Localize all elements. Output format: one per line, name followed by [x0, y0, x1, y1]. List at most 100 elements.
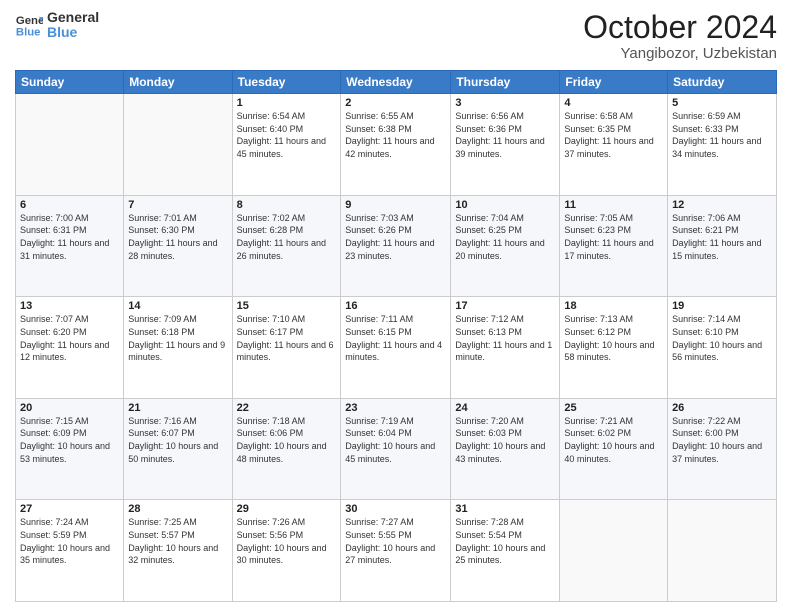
day-detail: Sunrise: 6:54 AMSunset: 6:40 PMDaylight:…	[237, 110, 337, 160]
day-cell: 3Sunrise: 6:56 AMSunset: 6:36 PMDaylight…	[451, 94, 560, 196]
day-cell: 6Sunrise: 7:00 AMSunset: 6:31 PMDaylight…	[16, 195, 124, 297]
day-cell	[560, 500, 668, 602]
day-number: 20	[20, 402, 119, 414]
day-number: 3	[455, 97, 555, 109]
day-cell: 21Sunrise: 7:16 AMSunset: 6:07 PMDayligh…	[124, 398, 232, 500]
day-detail: Sunrise: 7:16 AMSunset: 6:07 PMDaylight:…	[128, 415, 227, 465]
day-cell: 24Sunrise: 7:20 AMSunset: 6:03 PMDayligh…	[451, 398, 560, 500]
weekday-monday: Monday	[124, 71, 232, 94]
day-detail: Sunrise: 6:56 AMSunset: 6:36 PMDaylight:…	[455, 110, 555, 160]
day-number: 18	[564, 300, 663, 312]
month-title: October 2024	[583, 10, 777, 45]
weekday-thursday: Thursday	[451, 71, 560, 94]
day-number: 28	[128, 503, 227, 515]
day-cell: 17Sunrise: 7:12 AMSunset: 6:13 PMDayligh…	[451, 297, 560, 399]
week-row-3: 20Sunrise: 7:15 AMSunset: 6:09 PMDayligh…	[16, 398, 777, 500]
day-detail: Sunrise: 7:28 AMSunset: 5:54 PMDaylight:…	[455, 516, 555, 566]
day-cell: 13Sunrise: 7:07 AMSunset: 6:20 PMDayligh…	[16, 297, 124, 399]
day-detail: Sunrise: 7:13 AMSunset: 6:12 PMDaylight:…	[564, 313, 663, 363]
week-row-2: 13Sunrise: 7:07 AMSunset: 6:20 PMDayligh…	[16, 297, 777, 399]
day-number: 25	[564, 402, 663, 414]
day-cell: 18Sunrise: 7:13 AMSunset: 6:12 PMDayligh…	[560, 297, 668, 399]
day-detail: Sunrise: 7:25 AMSunset: 5:57 PMDaylight:…	[128, 516, 227, 566]
day-cell: 22Sunrise: 7:18 AMSunset: 6:06 PMDayligh…	[232, 398, 341, 500]
day-number: 13	[20, 300, 119, 312]
day-detail: Sunrise: 7:05 AMSunset: 6:23 PMDaylight:…	[564, 212, 663, 262]
day-number: 23	[345, 402, 446, 414]
day-detail: Sunrise: 7:20 AMSunset: 6:03 PMDaylight:…	[455, 415, 555, 465]
day-detail: Sunrise: 7:27 AMSunset: 5:55 PMDaylight:…	[345, 516, 446, 566]
day-cell: 15Sunrise: 7:10 AMSunset: 6:17 PMDayligh…	[232, 297, 341, 399]
day-detail: Sunrise: 7:00 AMSunset: 6:31 PMDaylight:…	[20, 212, 119, 262]
day-cell: 5Sunrise: 6:59 AMSunset: 6:33 PMDaylight…	[668, 94, 777, 196]
day-detail: Sunrise: 7:22 AMSunset: 6:00 PMDaylight:…	[672, 415, 772, 465]
day-detail: Sunrise: 7:19 AMSunset: 6:04 PMDaylight:…	[345, 415, 446, 465]
day-number: 29	[237, 503, 337, 515]
day-detail: Sunrise: 7:24 AMSunset: 5:59 PMDaylight:…	[20, 516, 119, 566]
day-number: 4	[564, 97, 663, 109]
day-number: 22	[237, 402, 337, 414]
day-cell: 28Sunrise: 7:25 AMSunset: 5:57 PMDayligh…	[124, 500, 232, 602]
day-number: 31	[455, 503, 555, 515]
day-number: 12	[672, 199, 772, 211]
logo-general: General	[47, 10, 99, 25]
day-detail: Sunrise: 7:10 AMSunset: 6:17 PMDaylight:…	[237, 313, 337, 363]
day-cell: 26Sunrise: 7:22 AMSunset: 6:00 PMDayligh…	[668, 398, 777, 500]
day-number: 24	[455, 402, 555, 414]
day-number: 11	[564, 199, 663, 211]
svg-text:General: General	[16, 16, 43, 28]
day-detail: Sunrise: 7:11 AMSunset: 6:15 PMDaylight:…	[345, 313, 446, 363]
day-number: 15	[237, 300, 337, 312]
day-cell: 20Sunrise: 7:15 AMSunset: 6:09 PMDayligh…	[16, 398, 124, 500]
day-cell: 2Sunrise: 6:55 AMSunset: 6:38 PMDaylight…	[341, 94, 451, 196]
day-detail: Sunrise: 7:02 AMSunset: 6:28 PMDaylight:…	[237, 212, 337, 262]
day-detail: Sunrise: 7:03 AMSunset: 6:26 PMDaylight:…	[345, 212, 446, 262]
day-detail: Sunrise: 7:01 AMSunset: 6:30 PMDaylight:…	[128, 212, 227, 262]
day-number: 19	[672, 300, 772, 312]
day-detail: Sunrise: 7:14 AMSunset: 6:10 PMDaylight:…	[672, 313, 772, 363]
day-number: 17	[455, 300, 555, 312]
day-number: 5	[672, 97, 772, 109]
day-number: 14	[128, 300, 227, 312]
logo-icon: General Blue	[15, 11, 43, 39]
calendar-table: SundayMondayTuesdayWednesdayThursdayFrid…	[15, 70, 777, 602]
day-detail: Sunrise: 7:09 AMSunset: 6:18 PMDaylight:…	[128, 313, 227, 363]
title-block: October 2024 Yangibozor, Uzbekistan	[583, 10, 777, 62]
day-detail: Sunrise: 7:12 AMSunset: 6:13 PMDaylight:…	[455, 313, 555, 363]
logo-blue: Blue	[47, 25, 99, 40]
day-cell: 12Sunrise: 7:06 AMSunset: 6:21 PMDayligh…	[668, 195, 777, 297]
day-number: 26	[672, 402, 772, 414]
day-detail: Sunrise: 6:59 AMSunset: 6:33 PMDaylight:…	[672, 110, 772, 160]
day-cell	[668, 500, 777, 602]
day-number: 7	[128, 199, 227, 211]
day-detail: Sunrise: 6:55 AMSunset: 6:38 PMDaylight:…	[345, 110, 446, 160]
day-number: 30	[345, 503, 446, 515]
day-number: 16	[345, 300, 446, 312]
day-cell: 31Sunrise: 7:28 AMSunset: 5:54 PMDayligh…	[451, 500, 560, 602]
day-detail: Sunrise: 7:18 AMSunset: 6:06 PMDaylight:…	[237, 415, 337, 465]
calendar-page: General Blue General Blue October 2024 Y…	[0, 0, 792, 612]
day-number: 9	[345, 199, 446, 211]
day-cell: 9Sunrise: 7:03 AMSunset: 6:26 PMDaylight…	[341, 195, 451, 297]
weekday-sunday: Sunday	[16, 71, 124, 94]
day-number: 21	[128, 402, 227, 414]
day-cell: 8Sunrise: 7:02 AMSunset: 6:28 PMDaylight…	[232, 195, 341, 297]
day-cell: 29Sunrise: 7:26 AMSunset: 5:56 PMDayligh…	[232, 500, 341, 602]
logo: General Blue General Blue	[15, 10, 99, 41]
day-number: 1	[237, 97, 337, 109]
location-title: Yangibozor, Uzbekistan	[583, 45, 777, 62]
week-row-1: 6Sunrise: 7:00 AMSunset: 6:31 PMDaylight…	[16, 195, 777, 297]
day-cell: 25Sunrise: 7:21 AMSunset: 6:02 PMDayligh…	[560, 398, 668, 500]
week-row-4: 27Sunrise: 7:24 AMSunset: 5:59 PMDayligh…	[16, 500, 777, 602]
weekday-wednesday: Wednesday	[341, 71, 451, 94]
day-number: 8	[237, 199, 337, 211]
day-cell	[124, 94, 232, 196]
day-number: 2	[345, 97, 446, 109]
day-number: 6	[20, 199, 119, 211]
weekday-header-row: SundayMondayTuesdayWednesdayThursdayFrid…	[16, 71, 777, 94]
day-number: 10	[455, 199, 555, 211]
weekday-friday: Friday	[560, 71, 668, 94]
day-detail: Sunrise: 7:06 AMSunset: 6:21 PMDaylight:…	[672, 212, 772, 262]
week-row-0: 1Sunrise: 6:54 AMSunset: 6:40 PMDaylight…	[16, 94, 777, 196]
day-cell	[16, 94, 124, 196]
